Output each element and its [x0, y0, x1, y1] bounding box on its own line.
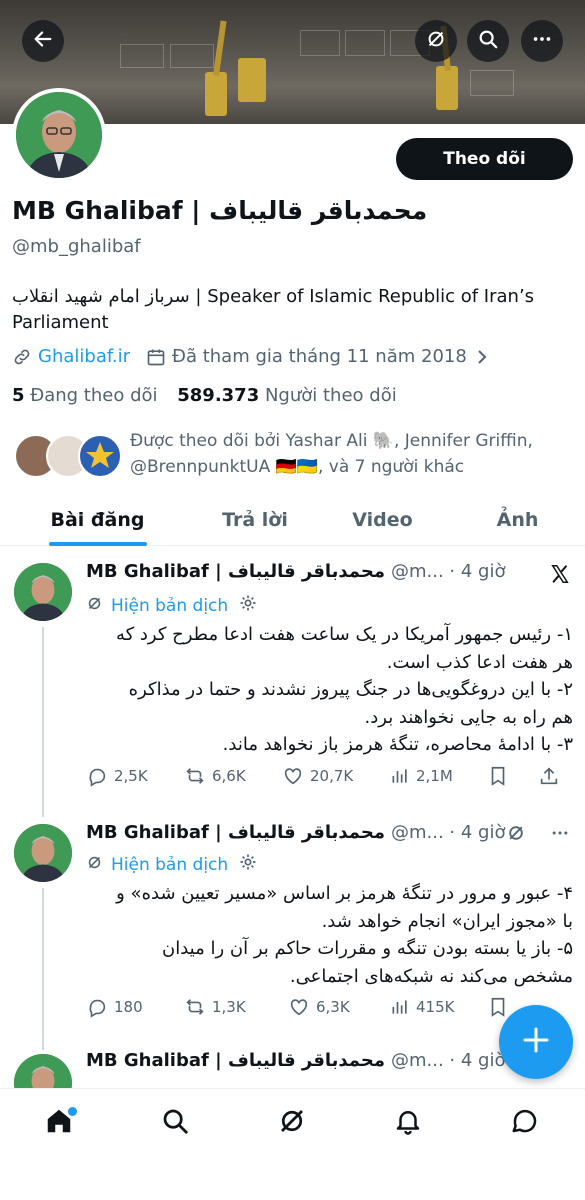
compose-button[interactable] — [499, 1005, 573, 1079]
tweet-header: MB Ghalibaf | محمدباقر قالیباف @m... · 4… — [86, 822, 505, 843]
grok-icon — [425, 28, 447, 54]
profile-stats: 5 Đang theo dõi 589.373 Người theo dõi — [12, 385, 411, 406]
profile-tabs: Bài đăng Trả lời Video Ảnh — [0, 494, 585, 546]
tweet-avatar[interactable] — [14, 563, 72, 621]
tweet-avatar[interactable] — [14, 824, 72, 882]
search-icon — [477, 28, 499, 54]
repost-button[interactable]: 1,3K — [184, 996, 288, 1018]
calendar-icon — [146, 347, 166, 367]
tweet-meta: @m... · 4 giờ — [390, 1050, 506, 1071]
messages-icon — [510, 1106, 540, 1140]
profile-handle: @mb_ghalibaf — [12, 236, 141, 257]
x-logo-icon[interactable] — [547, 561, 573, 587]
more-horizontal-icon[interactable] — [547, 820, 573, 846]
tab-photos[interactable]: Ảnh — [450, 494, 585, 545]
nav-grok[interactable] — [262, 1103, 322, 1143]
bottom-navigation — [0, 1088, 585, 1200]
tweet-avatar[interactable] — [14, 1054, 72, 1088]
tweet-actions: 2,5K 6,6K 20,7K 2,1M — [86, 765, 573, 787]
show-translation[interactable]: Hiện bản dịch — [86, 852, 258, 877]
bookmark-button[interactable] — [488, 765, 538, 787]
grok-icon — [86, 854, 103, 876]
arrow-left-icon — [32, 28, 54, 54]
grok-icon — [86, 595, 103, 617]
like-button[interactable]: 20,7K — [282, 765, 390, 787]
plus-icon — [521, 1025, 551, 1059]
profile-avatar[interactable] — [12, 88, 106, 182]
tweet-text: ۴- عبور و مرور در تنگهٔ هرمز بر اساس «مس… — [116, 883, 573, 987]
tweet-author-name[interactable]: MB Ghalibaf | محمدباقر قالیباف — [86, 822, 385, 843]
nav-notifications[interactable] — [378, 1103, 438, 1143]
notification-dot — [68, 1107, 77, 1116]
tab-posts[interactable]: Bài đăng — [0, 494, 195, 545]
back-button[interactable] — [22, 20, 64, 62]
follower-avatar — [78, 434, 122, 478]
gear-icon[interactable] — [238, 593, 258, 618]
search-icon — [160, 1106, 190, 1140]
bookmark-button[interactable] — [488, 996, 508, 1018]
reply-button[interactable]: 2,5K — [86, 765, 184, 787]
chevron-right-icon[interactable] — [475, 348, 489, 366]
profile-meta: Ghalibaf.ir Đã tham gia tháng 11 năm 201… — [12, 346, 489, 367]
bio-persian: سرباز امام شهید انقلاب — [12, 286, 190, 307]
follow-button[interactable]: Theo dõi — [396, 138, 573, 180]
more-horizontal-icon — [531, 28, 553, 54]
tweet-author-name[interactable]: MB Ghalibaf | محمدباقر قالیباف — [86, 561, 385, 582]
notifications-icon — [393, 1106, 423, 1140]
website-link[interactable]: Ghalibaf.ir — [38, 346, 130, 367]
profile-bio: سرباز امام شهید انقلاب | Speaker of Isla… — [12, 284, 572, 336]
link-icon — [12, 347, 32, 367]
thread-line — [42, 888, 44, 1050]
tweet[interactable]: MB Ghalibaf | محمدباقر قالیباف @m... · 4… — [0, 808, 585, 1050]
tweet-meta: @m... · 4 giờ — [390, 561, 506, 582]
followers-you-know-avatars[interactable] — [14, 434, 124, 478]
show-translation[interactable]: Hiện bản dịch — [86, 593, 258, 618]
joined-date: Đã tham gia tháng 11 năm 2018 — [172, 346, 467, 367]
tweet-author-name[interactable]: MB Ghalibaf | محمدباقر قالیباف — [86, 1050, 385, 1071]
repost-button[interactable]: 6,6K — [184, 765, 282, 787]
tweet[interactable]: MB Ghalibaf | محمدباقر قالیباف @m... · 4… — [0, 547, 585, 817]
gear-icon[interactable] — [238, 852, 258, 877]
tweet-text: ۱- رئیس جمهور آمریکا در یک ساعت هفت ادعا… — [115, 624, 573, 755]
profile-name: MB Ghalibaf | محمدباقر قالیباف — [12, 196, 428, 225]
followers-stat[interactable]: 589.373 Người theo dõi — [177, 385, 396, 406]
more-button[interactable] — [521, 20, 563, 62]
tweet-header: MB Ghalibaf | محمدباقر قالیباف @m... · 4… — [86, 1050, 505, 1071]
nav-home[interactable] — [29, 1103, 89, 1143]
tweet-header: MB Ghalibaf | محمدباقر قالیباف @m... · 4… — [86, 561, 505, 582]
grok-icon[interactable] — [503, 820, 529, 846]
views-button[interactable]: 415K — [390, 997, 488, 1017]
grok-button[interactable] — [415, 20, 457, 62]
following-stat[interactable]: 5 Đang theo dõi — [12, 385, 158, 406]
tweet[interactable]: MB Ghalibaf | محمدباقر قالیباف @m... · 4… — [0, 1040, 585, 1088]
nav-messages[interactable] — [495, 1103, 555, 1143]
share-button[interactable] — [538, 765, 560, 787]
tab-replies[interactable]: Trả lời — [195, 494, 315, 545]
tweet-meta: @m... · 4 giờ — [390, 822, 506, 843]
search-button[interactable] — [467, 20, 509, 62]
reply-button[interactable]: 180 — [86, 996, 184, 1018]
grok-icon — [277, 1106, 307, 1140]
like-button[interactable]: 6,3K — [288, 996, 390, 1018]
tab-video[interactable]: Video — [315, 494, 450, 545]
tweet-actions: 180 1,3K 6,3K 415K — [86, 996, 573, 1018]
followed-by-text[interactable]: Được theo dõi bởi Yashar Ali 🐘, Jennifer… — [130, 428, 570, 480]
nav-search[interactable] — [145, 1103, 205, 1143]
views-button[interactable]: 2,1M — [390, 766, 488, 786]
thread-line — [42, 627, 44, 817]
